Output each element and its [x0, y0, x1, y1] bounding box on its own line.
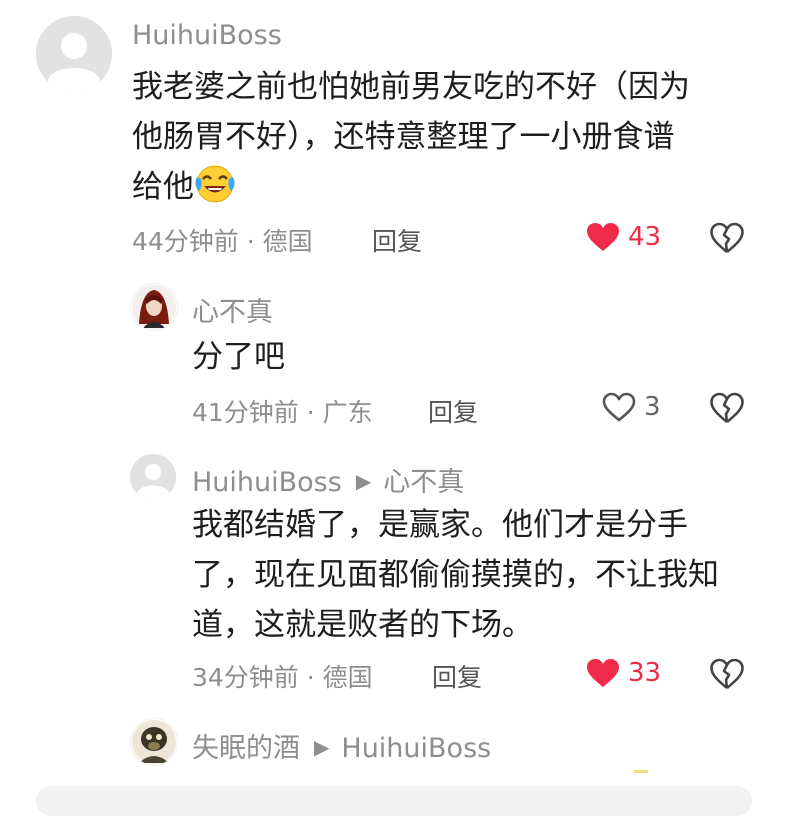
heart-filled-icon	[587, 659, 619, 687]
comment-username[interactable]: 失眠的酒 ▶ HuihuiBoss	[192, 726, 491, 765]
comment-username[interactable]: HuihuiBoss ▶ 心不真	[192, 460, 464, 499]
meta-separator: ·	[298, 663, 323, 692]
like-button[interactable]: 43	[586, 222, 661, 252]
comment-text-fragment: 给他	[132, 169, 194, 205]
comment-meta: 34分钟前 · 德国	[192, 658, 373, 694]
reply-author[interactable]: 失眠的酒	[192, 733, 300, 764]
triangle-right-icon: ▶	[314, 735, 330, 759]
comment-meta: 41分钟前 · 广东	[192, 393, 373, 429]
comment-text-line: 他肠胃不好），还特意整理了一小册食谱	[132, 119, 675, 155]
reply-target[interactable]: HuihuiBoss	[341, 733, 491, 764]
reply-author[interactable]: HuihuiBoss	[192, 467, 342, 498]
comment-time: 41分钟前	[192, 398, 299, 427]
avatar-default[interactable]	[36, 16, 112, 92]
comment-text-line: 给他	[132, 162, 690, 212]
comment-username[interactable]: HuihuiBoss	[132, 20, 282, 51]
avatar-user[interactable]	[130, 283, 178, 331]
broken-heart-icon	[710, 658, 744, 690]
reply-button[interactable]: 回复	[372, 222, 422, 258]
dislike-button[interactable]	[710, 222, 744, 258]
comment-username[interactable]: 心不真	[192, 290, 273, 329]
default-avatar-icon	[130, 454, 176, 500]
decorative-mark	[634, 770, 648, 773]
dislike-button[interactable]	[710, 392, 744, 428]
comment-text: 分了吧	[192, 332, 285, 382]
meta-separator: ·	[238, 227, 263, 256]
meta-separator: ·	[298, 398, 323, 427]
triangle-right-icon: ▶	[355, 469, 372, 493]
like-count: 43	[628, 222, 662, 252]
user-avatar-icon	[132, 720, 176, 764]
comment-meta: 44分钟前 · 德国	[132, 222, 313, 258]
comment-text-line: 道，这就是败者的下场。	[192, 607, 533, 643]
comment-text-line: 我老婆之前也怕她前男友吃的不好（因为	[132, 69, 690, 105]
comment-time: 44分钟前	[132, 227, 239, 256]
comment-text-line: 分了吧	[192, 339, 285, 375]
user-avatar-icon	[132, 285, 176, 329]
comment-text-line: 我都结婚了，是赢家。他们才是分手	[192, 507, 688, 543]
like-button[interactable]: 33	[586, 658, 661, 688]
heart-outline-icon	[602, 392, 636, 422]
reply-button[interactable]: 回复	[432, 658, 482, 694]
reply-button[interactable]: 回复	[428, 393, 478, 429]
comment-text: 我都结婚了，是赢家。他们才是分手 了，现在见面都偷偷摸摸的，不让我知 道，这就是…	[192, 500, 719, 650]
comment-location: 德国	[322, 663, 373, 692]
like-count: 33	[628, 658, 662, 688]
broken-heart-icon	[710, 392, 744, 424]
comment-text-line: 了，现在见面都偷偷摸摸的，不让我知	[192, 557, 719, 593]
crying-laughing-emoji-icon	[194, 163, 236, 205]
like-count: 3	[644, 392, 661, 422]
avatar-default[interactable]	[130, 454, 176, 500]
comment-location: 广东	[322, 398, 373, 427]
broken-heart-icon	[710, 222, 744, 254]
heart-filled-icon	[587, 223, 619, 251]
dislike-button[interactable]	[710, 658, 744, 694]
comment-text: 我老婆之前也怕她前男友吃的不好（因为 他肠胃不好），还特意整理了一小册食谱 给他	[132, 62, 690, 212]
avatar-user[interactable]	[130, 718, 178, 766]
comment-time: 34分钟前	[192, 663, 299, 692]
comment-location: 德国	[262, 227, 313, 256]
reply-target[interactable]: 心不真	[383, 467, 464, 498]
like-button[interactable]: 3	[602, 392, 661, 422]
comment-input-bar[interactable]	[36, 786, 752, 816]
default-avatar-icon	[36, 16, 112, 92]
